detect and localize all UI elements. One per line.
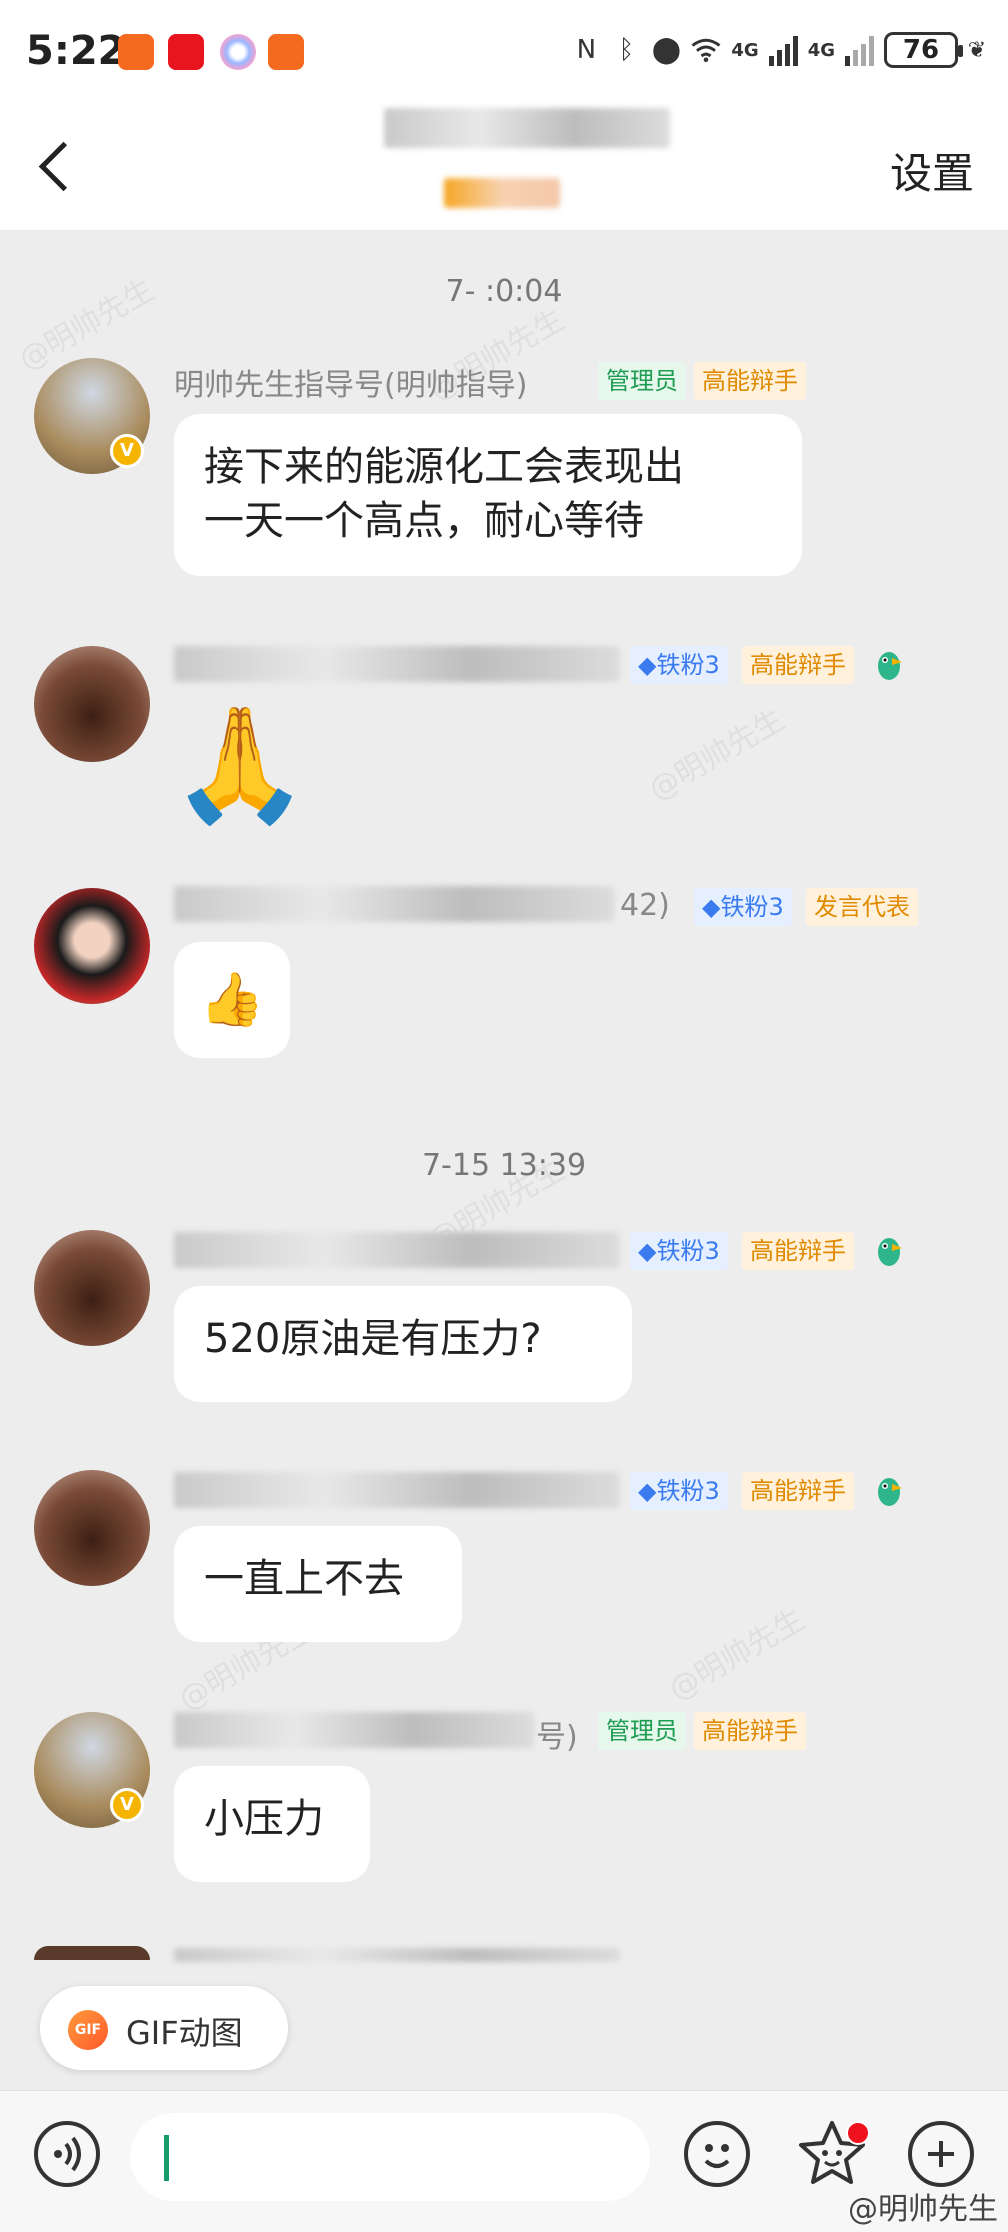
message-bubble[interactable]: 小压力	[174, 1766, 370, 1882]
sender-name-redacted	[174, 1232, 620, 1268]
avatar	[34, 1946, 150, 1960]
message-timestamp: 7-15 13:39	[421, 1148, 587, 1183]
battery-indicator: 76	[884, 32, 963, 68]
sender-name-redacted	[174, 646, 620, 682]
avatar[interactable]	[34, 888, 150, 1004]
thumbs-up-emoji: 👍	[199, 970, 265, 1030]
status-bar: 5:22 Ν ᛒ ⬤ 4G 4G 76 ❦	[0, 0, 1008, 100]
emoji-message[interactable]: 🙏	[170, 700, 309, 830]
watermark: @明帅先生	[643, 702, 791, 808]
gif-suggestion-chip[interactable]: GIF GIF动图	[40, 1986, 288, 2070]
role-tag: 高能辩手	[694, 1712, 806, 1750]
location-icon: ⬤	[651, 35, 681, 65]
sender-name-redacted	[174, 1712, 534, 1748]
message-bubble[interactable]: 接下来的能源化工会表现出 一天一个高点，耐心等待	[174, 414, 802, 576]
avatar[interactable]	[34, 1470, 150, 1586]
avatar[interactable]	[34, 646, 150, 762]
more-options-button[interactable]	[908, 2121, 974, 2187]
text-cursor	[164, 2135, 169, 2181]
diamond-icon: ◆	[638, 1237, 657, 1265]
sender-name: 明帅先生指导号(明帅指导)	[174, 368, 528, 403]
message-bubble[interactable]: 520原油是有压力?	[174, 1286, 632, 1402]
sender-name-suffix: 号)	[536, 1720, 578, 1755]
fan-level-tag: ◆铁粉3	[694, 888, 792, 926]
huawei-store-icon	[168, 34, 204, 70]
gif-label: GIF动图	[126, 2014, 243, 2052]
app-notification-icon	[118, 34, 154, 70]
message-text-line: 一天一个高点，耐心等待	[204, 498, 644, 544]
verified-badge-icon: V	[110, 434, 144, 468]
message-bubble[interactable]: 👍	[174, 942, 290, 1058]
wifi-icon	[691, 33, 721, 67]
settings-button[interactable]: 设置	[890, 140, 974, 201]
avatar[interactable]	[34, 1230, 150, 1346]
message-timestamp: 7- :0:04	[445, 274, 563, 309]
voice-input-button[interactable]	[34, 2121, 100, 2187]
watermark: @明帅先生	[663, 1602, 811, 1708]
gif-icon: GIF	[68, 2010, 108, 2050]
fan-level-tag: ◆铁粉3	[630, 646, 728, 684]
notification-dot	[846, 2121, 870, 2145]
role-tag: 高能辩手	[742, 1472, 854, 1510]
diamond-icon: ◆	[638, 1477, 657, 1505]
sender-name-redacted	[174, 886, 614, 922]
network-type-label: 4G	[731, 39, 759, 61]
chat-subtitle-redacted	[444, 178, 560, 208]
parrot-badge-icon	[872, 1232, 906, 1270]
signal-icon	[845, 34, 874, 66]
bluetooth-icon: ᛒ	[618, 35, 635, 65]
fan-level-tag: ◆铁粉3	[630, 1232, 728, 1270]
voice-wave-icon	[54, 2136, 81, 2172]
smiley-icon	[704, 2144, 730, 2168]
sender-name-redacted	[174, 1948, 620, 1962]
signal-icon	[768, 34, 798, 66]
role-tag: 高能辩手	[694, 362, 806, 400]
assistant-icon	[220, 34, 256, 70]
message-text-line: 接下来的能源化工会表现出	[204, 444, 684, 490]
message-bubble[interactable]: 一直上不去	[174, 1526, 462, 1642]
emoji-button[interactable]	[684, 2121, 750, 2187]
leaf-icon: ❦	[967, 37, 987, 63]
input-bar: @明帅先生	[0, 2090, 1008, 2232]
sender-name-redacted	[174, 1472, 620, 1508]
back-button[interactable]	[30, 135, 80, 195]
footer-watermark: @明帅先生	[848, 2192, 998, 2227]
diamond-icon: ◆	[702, 893, 721, 921]
verified-badge-icon: V	[110, 1788, 144, 1822]
role-tag: 管理员	[598, 1712, 686, 1750]
role-tag: 发言代表	[806, 888, 918, 926]
network-type-label: 4G	[807, 39, 835, 61]
nfc-icon: Ν	[576, 35, 597, 65]
role-tag: 高能辩手	[742, 646, 854, 684]
message-input[interactable]	[130, 2113, 650, 2201]
chat-header: 设置	[0, 100, 1008, 230]
parrot-badge-icon	[872, 1472, 906, 1510]
fan-level-tag: ◆铁粉3	[630, 1472, 728, 1510]
parrot-badge-icon	[872, 646, 906, 684]
chat-title-redacted	[384, 108, 670, 148]
diamond-icon: ◆	[638, 651, 657, 679]
sender-name-suffix: 42)	[620, 888, 670, 923]
role-tag: 高能辩手	[742, 1232, 854, 1270]
status-time: 5:22	[26, 28, 126, 74]
role-tag: 管理员	[598, 362, 686, 400]
app-notification-icon	[268, 34, 304, 70]
